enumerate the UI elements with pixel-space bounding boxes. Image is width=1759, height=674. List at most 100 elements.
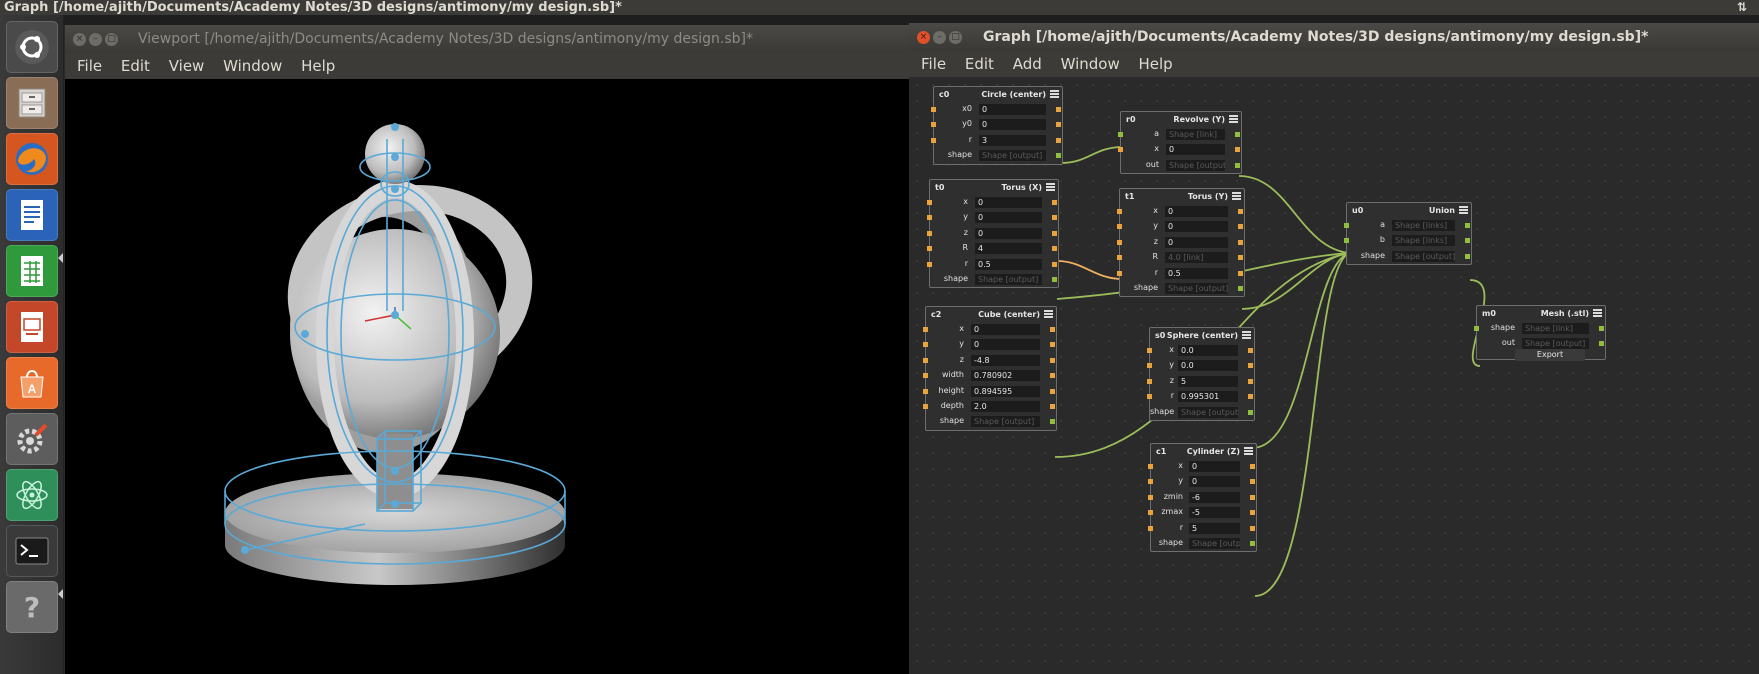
output-port[interactable] — [1052, 200, 1057, 205]
output-port[interactable] — [1248, 363, 1253, 369]
viewport-titlebar[interactable]: × – □ Viewport [/home/ajith/Documents/Ac… — [65, 25, 909, 53]
output-port[interactable] — [1235, 162, 1240, 168]
menu-icon[interactable] — [1229, 115, 1238, 123]
output-port[interactable] — [1052, 230, 1057, 236]
field-z[interactable]: 5 — [1178, 375, 1238, 387]
menu-window[interactable]: Window — [1061, 51, 1120, 77]
node-m0[interactable]: m0 Mesh (.stl) shape Shape [link] out Shape… — [1474, 305, 1606, 361]
field-width[interactable]: 0.780902 — [971, 370, 1040, 382]
menu-icon[interactable] — [1232, 192, 1241, 200]
output-port[interactable] — [1238, 270, 1243, 276]
output-port[interactable] — [1248, 378, 1253, 384]
node-c2[interactable]: c2 Cube (center) x0 y0 z -4.8 width 0.78090… — [923, 306, 1057, 431]
field-y[interactable]: 0 — [971, 339, 1040, 351]
field-r[interactable]: 0.5 — [975, 258, 1042, 270]
menu-icon[interactable] — [1242, 331, 1251, 339]
maximize-icon[interactable]: □ — [105, 33, 118, 46]
output-port[interactable] — [1238, 209, 1243, 214]
minimize-icon[interactable]: – — [933, 31, 946, 44]
menu-help[interactable]: Help — [1139, 51, 1173, 77]
output-port[interactable] — [1056, 137, 1061, 143]
output-port[interactable] — [1250, 464, 1255, 469]
file-cabinet-icon[interactable] — [6, 77, 58, 129]
output-port[interactable] — [1052, 276, 1057, 282]
output-port[interactable] — [1238, 239, 1243, 245]
menu-edit[interactable]: Edit — [965, 51, 994, 77]
sort-updown-icon[interactable]: ⇅ — [1737, 0, 1747, 15]
3d-viewport-canvas[interactable] — [65, 79, 909, 674]
output-port[interactable] — [1050, 388, 1055, 394]
menu-icon[interactable] — [1244, 447, 1253, 455]
output-port[interactable] — [1465, 238, 1470, 244]
output-port[interactable] — [1050, 419, 1055, 425]
field-x[interactable]: 0.0 — [1178, 345, 1238, 356]
menu-icon[interactable] — [1044, 310, 1053, 318]
field-x[interactable]: 0 — [971, 324, 1040, 335]
output-port[interactable] — [1250, 479, 1255, 485]
menu-icon[interactable] — [1459, 206, 1468, 214]
output-port[interactable] — [1238, 224, 1243, 230]
menu-edit[interactable]: Edit — [121, 53, 150, 79]
close-icon[interactable]: × — [917, 31, 930, 44]
output-port[interactable] — [1465, 223, 1470, 228]
node-c1[interactable]: c1 Cylinder (Z) x0 y0 zmin -6 zmax -5 r5 sh… — [1148, 443, 1257, 553]
output-port[interactable] — [1248, 394, 1253, 400]
field-y[interactable]: 0.0 — [1178, 360, 1238, 372]
field-x[interactable]: 0 — [1189, 461, 1240, 472]
output-port[interactable] — [1052, 215, 1057, 221]
node-c0[interactable]: c0 Circle (center) x0 0 y0 0 r3 shape Shape … — [931, 86, 1063, 165]
output-port[interactable] — [1250, 494, 1255, 500]
field-y[interactable]: 0 — [975, 212, 1042, 224]
help-icon[interactable]: ? — [6, 581, 58, 633]
minimize-icon[interactable]: – — [89, 33, 102, 46]
presentation-icon[interactable] — [6, 301, 58, 353]
field-R[interactable]: 4 — [975, 243, 1042, 255]
output-port[interactable] — [1050, 327, 1055, 332]
node-graph-canvas[interactable]: c0 Circle (center) x0 0 y0 0 r3 shape Shape … — [909, 77, 1759, 674]
output-port[interactable] — [1250, 525, 1255, 531]
output-port[interactable] — [1250, 510, 1255, 516]
menu-icon[interactable] — [1046, 183, 1055, 191]
field-y[interactable]: 0 — [1165, 221, 1228, 233]
menu-view[interactable]: View — [169, 53, 205, 79]
field-r[interactable]: 3 — [979, 134, 1046, 146]
output-port[interactable] — [1599, 341, 1604, 347]
field-r[interactable]: 0.995301 — [1178, 391, 1238, 403]
field-y[interactable]: 0 — [1189, 476, 1240, 488]
output-port[interactable] — [1052, 261, 1057, 267]
field-x[interactable]: 0 — [975, 197, 1042, 208]
output-port[interactable] — [1050, 342, 1055, 348]
menu-file[interactable]: File — [77, 53, 102, 79]
output-port[interactable] — [1599, 326, 1604, 331]
output-port[interactable] — [1050, 373, 1055, 379]
output-port[interactable] — [1250, 540, 1255, 546]
output-port[interactable] — [1052, 246, 1057, 252]
maximize-icon[interactable]: □ — [949, 31, 962, 44]
field-r[interactable]: 5 — [1189, 522, 1240, 534]
output-port[interactable] — [1235, 132, 1240, 137]
node-t0[interactable]: t0 Torus (X) x0 y0 z0 R4 r 0.5 shape Shape … — [927, 179, 1059, 289]
atom-icon[interactable] — [6, 469, 58, 521]
output-port[interactable] — [1248, 409, 1253, 415]
output-port[interactable] — [1050, 357, 1055, 363]
firefox-icon[interactable] — [6, 133, 58, 185]
export-button[interactable]: Export — [1515, 349, 1585, 361]
node-t1[interactable]: t1 Torus (Y) x0 y0 z0 R 4.0 [link] r 0.5 sh… — [1117, 188, 1245, 298]
spreadsheet-icon[interactable] — [6, 245, 58, 297]
output-port[interactable] — [1238, 285, 1243, 291]
output-port[interactable] — [1056, 107, 1061, 112]
field-height[interactable]: 0.894595 — [971, 385, 1040, 397]
menu-add[interactable]: Add — [1013, 51, 1042, 77]
shopping-bag-icon[interactable]: A — [6, 357, 58, 409]
menu-icon[interactable] — [1050, 90, 1059, 98]
close-icon[interactable]: × — [73, 33, 86, 46]
output-port[interactable] — [1248, 348, 1253, 353]
graph-titlebar[interactable]: × – □ Graph [/home/ajith/Documents/Acade… — [909, 23, 1759, 51]
output-port[interactable] — [1056, 153, 1061, 159]
field-depth[interactable]: 2.0 — [971, 400, 1040, 412]
field-z[interactable]: -4.8 — [971, 354, 1040, 366]
output-port[interactable] — [1238, 255, 1243, 261]
output-port[interactable] — [1465, 253, 1470, 259]
output-port[interactable] — [1056, 122, 1061, 128]
field-r[interactable]: 0.5 — [1165, 267, 1228, 279]
